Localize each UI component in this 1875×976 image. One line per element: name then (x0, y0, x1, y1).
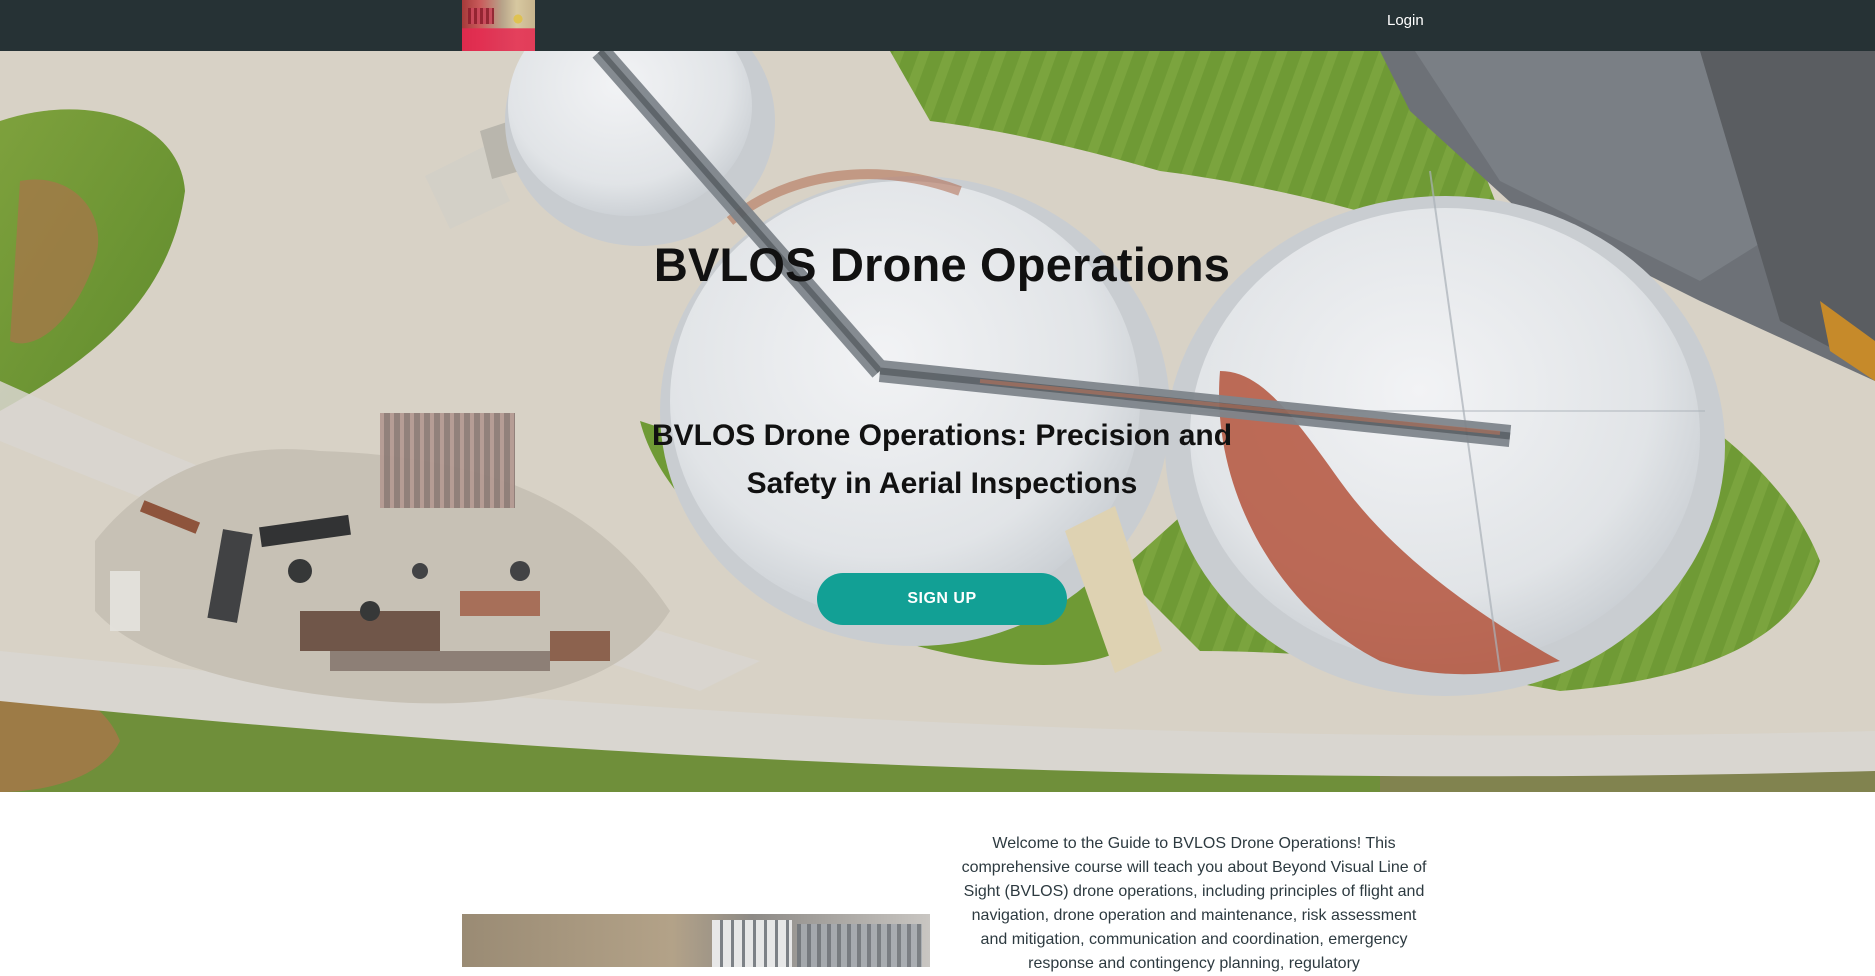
intro-image (462, 914, 930, 967)
top-navigation-bar: Login (0, 0, 1875, 51)
hero-subtitle: BVLOS Drone Operations: Precision and Sa… (651, 419, 1233, 500)
intro-text: Welcome to the Guide to BVLOS Drone Oper… (961, 835, 1427, 972)
hero-section: BVLOS Drone Operations BVLOS Drone Opera… (0, 51, 1875, 792)
hero-title: BVLOS Drone Operations (653, 238, 1231, 291)
sign-up-button[interactable]: SIGN UP (817, 573, 1067, 625)
site-logo[interactable] (462, 0, 535, 51)
login-link[interactable]: Login (1387, 11, 1424, 31)
